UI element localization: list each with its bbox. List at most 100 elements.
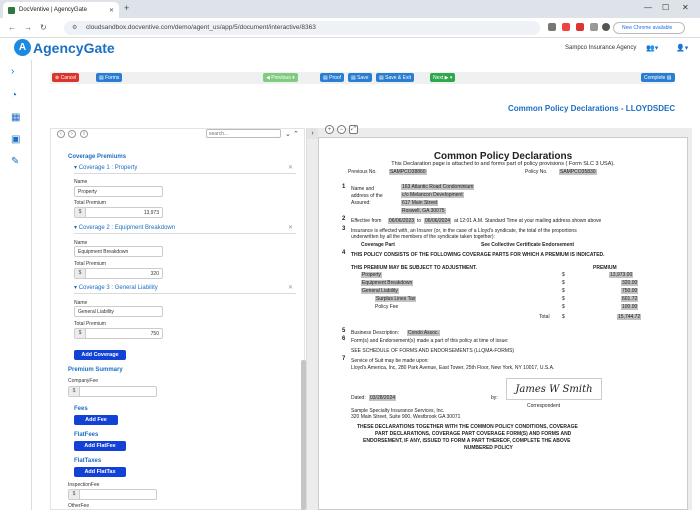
reload-icon[interactable]: ↻	[40, 23, 47, 32]
zoom-in-icon[interactable]: +	[325, 125, 334, 134]
dollar-prefix: $	[75, 208, 86, 217]
user-icon[interactable]: 👤▾	[676, 44, 688, 52]
proof-button[interactable]: ▤ Proof	[320, 73, 345, 82]
chevron-right-icon[interactable]: ›	[68, 130, 76, 138]
zoom-out-icon[interactable]: −	[337, 125, 346, 134]
save-label: Save	[357, 74, 369, 81]
archive-icon[interactable]: ▣	[11, 134, 20, 145]
forward-icon[interactable]: →	[24, 23, 32, 32]
total-label: Total	[539, 314, 550, 320]
effective-to-label: to	[417, 218, 422, 224]
extension-icon[interactable]	[590, 23, 598, 31]
remove-icon[interactable]: ✕	[288, 284, 293, 291]
close-tab-icon[interactable]: ✕	[109, 7, 114, 14]
closing-statement: THESE DECLARATIONS TOGETHER WITH THE COM…	[357, 424, 578, 430]
next-button[interactable]: Next ▶ ▾	[430, 73, 456, 82]
search-input[interactable]	[206, 129, 281, 138]
adjustment-note: THIS PREMIUM MAY BE SUBJECT TO ADJUSTMEN…	[351, 265, 477, 271]
info-icon[interactable]: i	[80, 130, 88, 138]
add-fee-button[interactable]: Add Fee	[74, 415, 118, 425]
by-label: by:	[491, 395, 498, 401]
previous-button[interactable]: ◀ Previous ▾	[263, 73, 298, 82]
new-chrome-button[interactable]: New Chrome available	[613, 22, 685, 34]
add-flattax-button[interactable]: Add FlatTax	[74, 467, 126, 477]
assured-address: 163 Atlantic Road Condominium	[401, 184, 475, 190]
add-coverage-button[interactable]: Add Coverage	[74, 350, 126, 360]
company-fee-input[interactable]: $	[68, 386, 157, 397]
save-button[interactable]: ▤ Save	[348, 73, 372, 82]
forms-button[interactable]: ▤ Forms	[96, 73, 123, 82]
assured-label: address of the	[351, 193, 383, 199]
tab-title: DocVentive | AgencyGate	[19, 7, 87, 13]
expand-nav-icon[interactable]: ›	[11, 66, 14, 77]
collapse-panel-button[interactable]: ›	[307, 128, 318, 139]
maximize-icon[interactable]: ☐	[662, 3, 669, 12]
coverage-3-premium-input[interactable]: $750	[74, 328, 163, 339]
coverage-premiums-title: Coverage Premiums	[68, 154, 127, 160]
cancel-button[interactable]: ⊗ Cancel	[52, 73, 80, 82]
assured-address: Roswell, GA 30075	[401, 208, 446, 214]
correspondent-address: 320 Main Street, Suite 900, Westbrook GA…	[351, 414, 461, 420]
extension-icon[interactable]	[576, 23, 584, 31]
dollar-sign: $	[562, 304, 565, 310]
collapse-all-icon[interactable]: ⌄	[285, 130, 291, 138]
proof-label: Proof	[329, 74, 342, 81]
close-window-icon[interactable]: ✕	[682, 3, 689, 12]
dollar-sign: $	[562, 288, 565, 294]
closing-statement: ENDORSEMENT, IF ANY, ISSUED TO FORM A PA…	[363, 438, 571, 444]
logo-icon: A	[14, 39, 31, 56]
fit-page-icon[interactable]: ⤢	[349, 125, 358, 134]
url-input[interactable]: ⚙ cloudsandbox.docventive.com/demo/agent…	[64, 21, 540, 35]
agency-name[interactable]: Sampco Insurance Agency	[565, 45, 636, 51]
site-info-icon[interactable]: ⚙	[72, 24, 77, 31]
coverage-1-name-input[interactable]: Property	[74, 186, 163, 197]
inspection-fee-input[interactable]: $	[68, 489, 157, 500]
edit-icon[interactable]: ✎	[11, 156, 19, 167]
forms-label: Forms	[105, 74, 120, 81]
expand-all-icon[interactable]: ⌃	[293, 130, 299, 138]
table-icon[interactable]: ▦	[11, 112, 20, 123]
save-exit-button[interactable]: ▤ Save & Exit	[376, 73, 414, 82]
back-icon[interactable]: ←	[8, 23, 16, 32]
extension-icon[interactable]	[548, 23, 556, 31]
left-nav: › ◔ ▦ ▣ ✎	[0, 60, 32, 510]
coverage-parts-statement: THIS POLICY CONSISTS OF THE FOLLOWING CO…	[351, 252, 605, 258]
complete-label: Complete	[644, 74, 666, 81]
forms-schedule-text: SEE SCHEDULE OF FORMS AND ENDORSEMENTS (…	[351, 348, 515, 354]
coverage-1-header[interactable]: ▾ Coverage 1 : Property ✕	[74, 164, 296, 174]
profile-icon[interactable]	[602, 23, 610, 31]
browser-tab[interactable]: DocVentive | AgencyGate ✕	[3, 2, 119, 18]
minimize-icon[interactable]: —	[644, 3, 652, 12]
dashboard-icon[interactable]: ◔	[11, 90, 17, 101]
remove-icon[interactable]: ✕	[288, 224, 293, 231]
logo[interactable]: A AgencyGate	[14, 39, 115, 56]
coverage-3-premium-value: 750	[150, 331, 159, 337]
coverage-2-name-input[interactable]: Equipment Breakdown	[74, 246, 163, 257]
total-value: 15,744.72	[617, 314, 642, 320]
coverage-2-header[interactable]: ▾ Coverage 2 : Equipment Breakdown ✕	[74, 224, 296, 234]
chevron-left-icon[interactable]: ‹	[57, 130, 65, 138]
business-description-value: Condo Assoc.	[407, 330, 440, 336]
extension-icon[interactable]	[562, 23, 570, 31]
prev-no-label: Previous No.	[348, 169, 377, 175]
browser-tab-bar: DocVentive | AgencyGate ✕ + — ☐ ✕	[0, 0, 700, 18]
dollar-sign: $	[562, 296, 565, 302]
users-icon[interactable]: 👥▾	[646, 44, 658, 52]
coverage-2-premium-value: 320	[150, 271, 159, 277]
effective-to: 06/06/2024	[424, 218, 452, 224]
complete-button[interactable]: Complete ▤	[641, 73, 675, 82]
coverage-3-name-input[interactable]: General Liability	[74, 306, 163, 317]
policy-no-value: SAMPCO35830	[559, 169, 597, 175]
dollar-sign: $	[562, 272, 565, 278]
new-tab-icon[interactable]: +	[124, 3, 129, 13]
add-flatfee-button[interactable]: Add FlatFee	[74, 441, 126, 451]
remove-icon[interactable]: ✕	[288, 164, 293, 171]
correspondent-label: Correspondent	[527, 403, 561, 409]
coverage-2-premium-input[interactable]: $320	[74, 268, 163, 279]
coverage-2-title: Coverage 2 : Equipment Breakdown	[78, 225, 176, 231]
url-text: cloudsandbox.docventive.com/demo/agent_u…	[86, 24, 316, 31]
coverage-part-label: Coverage Part	[361, 242, 395, 248]
coverage-3-header[interactable]: ▾ Coverage 3 : General Liability ✕	[74, 284, 296, 294]
coverage-1-premium-input[interactable]: $13,973	[74, 207, 163, 218]
dated-value: 03/28/2024	[369, 395, 397, 401]
